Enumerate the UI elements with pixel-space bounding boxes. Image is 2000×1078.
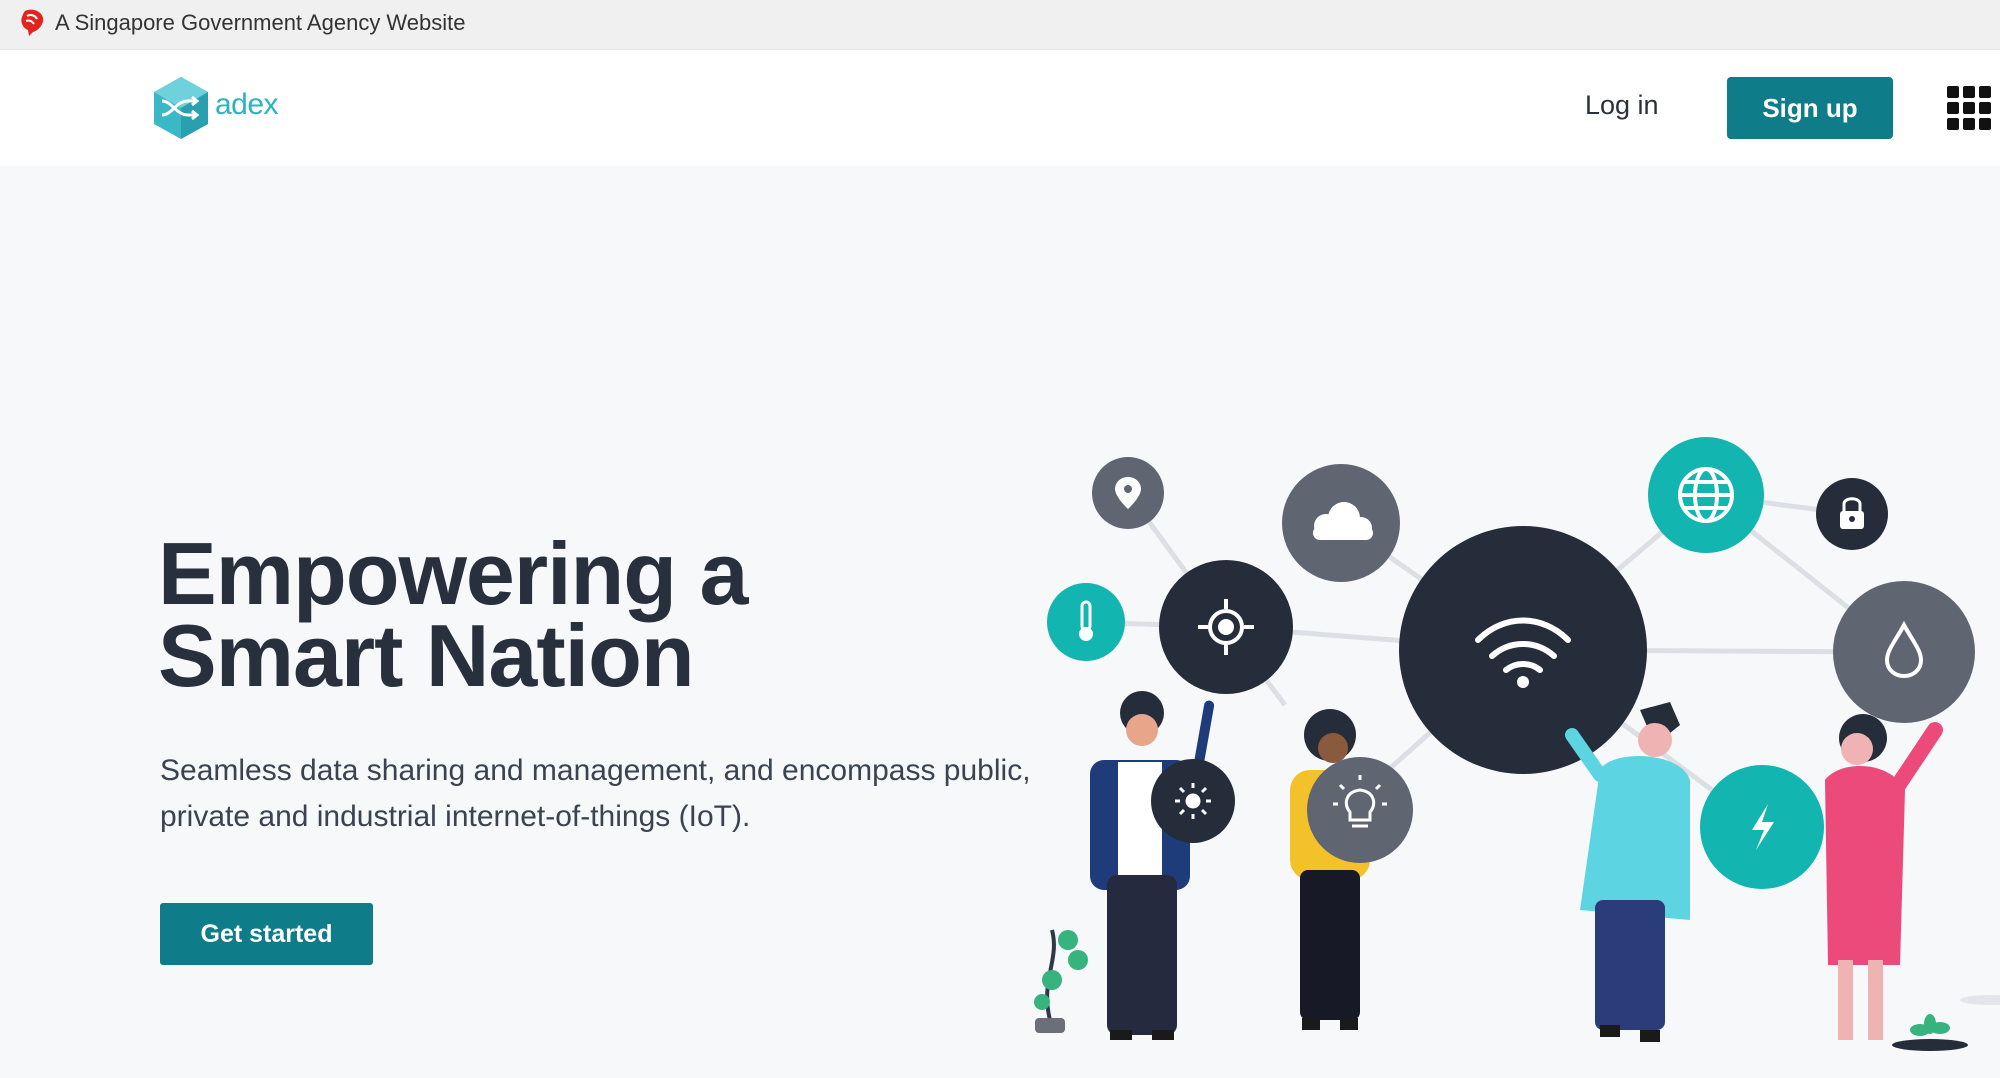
- government-banner-text: A Singapore Government Agency Website: [55, 10, 466, 35]
- plant-right: [1892, 1014, 1968, 1051]
- hero-title-line1: Empowering a: [158, 524, 748, 623]
- logo-text[interactable]: adex: [215, 88, 279, 122]
- grid-menu-icon[interactable]: [1947, 86, 1991, 130]
- person-figure-4: [1825, 714, 1943, 1040]
- signup-button[interactable]: Sign up: [1727, 77, 1893, 139]
- hero-title-line2: Smart Nation: [158, 606, 695, 705]
- adex-logo-icon[interactable]: [150, 75, 212, 141]
- person-figure-2: [1290, 709, 1413, 1030]
- site-header: adex Log in Sign up: [0, 50, 2000, 166]
- person-figure-1: [1090, 691, 1235, 1040]
- lion-head-icon: [21, 9, 44, 36]
- government-banner: A Singapore Government Agency Website: [0, 0, 2000, 50]
- person-figure-3: [1565, 702, 1690, 1042]
- iot-illustration: [1034, 437, 2000, 1051]
- hero-title: Empowering a Smart Nation: [158, 524, 748, 705]
- hero-subtitle: Seamless data sharing and management, an…: [160, 754, 1031, 833]
- login-link[interactable]: Log in: [1585, 90, 1659, 121]
- plant-left: [1034, 929, 1088, 1033]
- get-started-button[interactable]: Get started: [160, 903, 373, 965]
